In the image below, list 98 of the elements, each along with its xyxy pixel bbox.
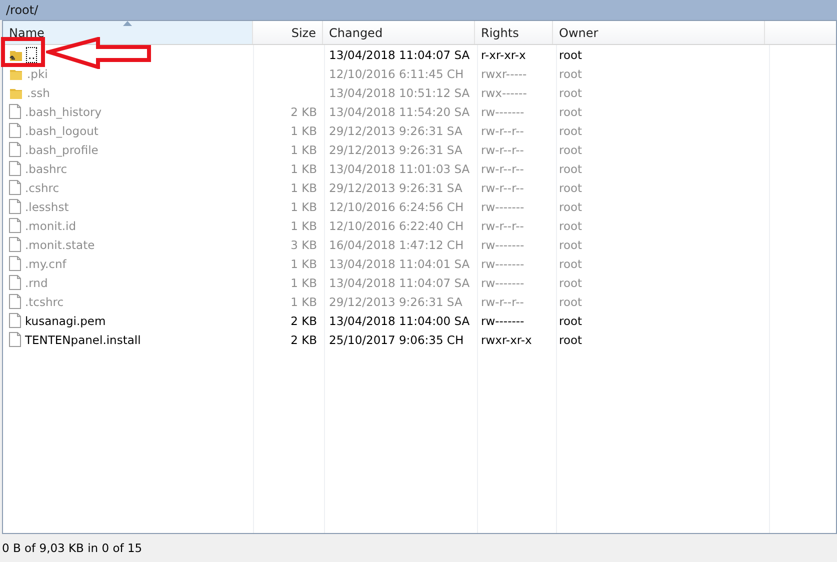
owner-text: root [559, 218, 582, 232]
changed-date: 12/10/2016 6:22:40 CH [329, 218, 464, 232]
file-name[interactable]: .bash_logout [25, 124, 98, 138]
column-header[interactable]: Changed [323, 21, 475, 44]
rights-text: rw-r--r-- [481, 180, 524, 194]
file-name[interactable]: .rnd [25, 276, 48, 290]
file-name[interactable]: .tcshrc [25, 294, 64, 308]
file-size: 2 KB [290, 332, 317, 346]
file-name[interactable]: .cshrc [25, 180, 60, 194]
file-size: 1 KB [290, 256, 317, 270]
owner-text: root [559, 162, 582, 176]
owner-text: root [559, 142, 582, 156]
rights-text: rw------- [481, 276, 524, 290]
file-name[interactable]: .bash_history [25, 104, 102, 118]
file-size: 1 KB [290, 180, 317, 194]
owner-text: root [559, 48, 582, 62]
file-name[interactable]: .bashrc [25, 162, 68, 176]
file-icon [9, 123, 21, 138]
file-icon [9, 180, 21, 195]
file-name[interactable]: kusanagi.pem [25, 314, 106, 328]
changed-date: 13/04/2018 11:04:07 SA [329, 48, 470, 62]
file-name[interactable]: .pki [27, 66, 48, 80]
file-size: 3 KB [290, 238, 317, 252]
changed-date: 29/12/2013 9:26:31 SA [329, 180, 462, 194]
file-name[interactable]: .bash_profile [25, 142, 98, 156]
rights-text: rw------- [481, 314, 524, 328]
changed-date: 13/04/2018 11:54:20 SA [329, 104, 470, 118]
rights-text: rw-r--r-- [481, 294, 524, 308]
file-name[interactable]: .ssh [27, 86, 50, 100]
changed-date: 13/04/2018 11:04:07 SA [329, 276, 470, 290]
file-size: 1 KB [290, 276, 317, 290]
file-size: 2 KB [290, 314, 317, 328]
status-text: 0 B of 9,03 KB in 0 of 15 [2, 541, 142, 555]
highlight-frame [1, 37, 45, 67]
file-icon [9, 275, 21, 290]
owner-text: root [559, 124, 582, 138]
file-name[interactable]: .monit.state [25, 238, 95, 252]
file-icon [9, 237, 21, 252]
changed-date: 29/12/2013 9:26:31 SA [329, 294, 462, 308]
owner-text: root [559, 238, 582, 252]
file-icon [9, 199, 21, 214]
owner-text: root [559, 256, 582, 270]
rights-text: rwx------ [481, 86, 527, 100]
owner-text: root [559, 180, 582, 194]
file-size: 1 KB [290, 200, 317, 214]
file-icon [9, 218, 21, 233]
file-icon [9, 313, 21, 328]
rights-text: rw-r--r-- [481, 142, 524, 156]
file-icon [9, 142, 21, 157]
changed-date: 13/04/2018 10:51:12 SA [329, 86, 470, 100]
file-size: 2 KB [290, 104, 317, 118]
changed-date: 16/04/2018 1:47:12 CH [329, 238, 464, 252]
file-icon [9, 104, 21, 119]
file-icon [9, 294, 21, 309]
file-size: 1 KB [290, 162, 317, 176]
path-text: /root/ [6, 3, 38, 17]
changed-date: 13/04/2018 11:04:00 SA [329, 314, 470, 328]
file-icon [9, 332, 21, 347]
column-header[interactable]: Rights [475, 21, 553, 44]
rights-text: rw------- [481, 200, 524, 214]
owner-text: root [559, 332, 582, 346]
changed-date: 29/12/2013 9:26:31 SA [329, 142, 462, 156]
file-name[interactable]: .my.cnf [25, 256, 66, 270]
file-name[interactable]: .. [27, 48, 36, 62]
file-size: 1 KB [290, 294, 317, 308]
changed-date: 29/12/2013 9:26:31 SA [329, 124, 462, 138]
rights-text: rw-r--r-- [481, 162, 524, 176]
file-size: 1 KB [290, 142, 317, 156]
changed-date: 12/10/2016 6:24:56 CH [329, 200, 464, 214]
rights-text: rw------- [481, 104, 524, 118]
owner-text: root [559, 66, 582, 80]
owner-text: root [559, 314, 582, 328]
file-name[interactable]: TENTENpanel.install [25, 332, 141, 346]
file-name[interactable]: .lesshst [25, 200, 69, 214]
owner-text: root [559, 294, 582, 308]
column-header[interactable]: Owner [553, 21, 765, 44]
file-icon [9, 256, 21, 271]
column-header[interactable]: Size [253, 21, 323, 44]
rights-text: rwxr----- [481, 66, 527, 80]
file-icon [9, 161, 21, 176]
changed-date: 12/10/2016 6:11:45 CH [329, 66, 464, 80]
changed-date: 25/10/2017 9:06:35 CH [329, 332, 464, 346]
file-name[interactable]: .monit.id [25, 218, 76, 232]
owner-text: root [559, 276, 582, 290]
owner-text: root [559, 200, 582, 214]
changed-date: 13/04/2018 11:04:01 SA [329, 256, 470, 270]
rights-text: r-xr-xr-x [481, 48, 526, 62]
rights-text: rw-r--r-- [481, 124, 524, 138]
rights-text: rwxr-xr-x [481, 332, 532, 346]
rights-text: rw-r--r-- [481, 218, 524, 232]
rights-text: rw------- [481, 256, 524, 270]
rights-text: rw------- [481, 238, 524, 252]
changed-date: 13/04/2018 11:01:03 SA [329, 162, 470, 176]
file-size: 1 KB [290, 218, 317, 232]
owner-text: root [559, 86, 582, 100]
owner-text: root [559, 104, 582, 118]
column-header[interactable]: Name [3, 21, 253, 44]
file-size: 1 KB [290, 124, 317, 138]
